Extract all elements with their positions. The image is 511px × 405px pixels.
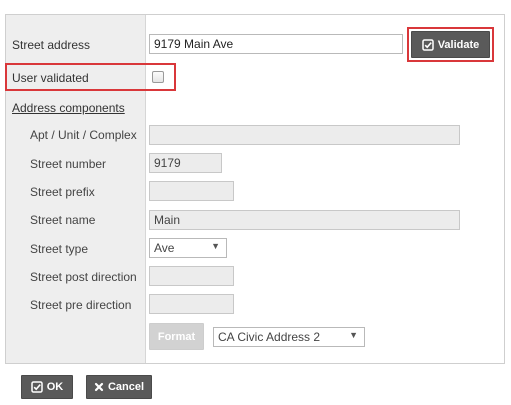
validate-button-label: Validate bbox=[437, 38, 480, 51]
street-address-input[interactable] bbox=[149, 34, 403, 54]
apt-unit-input[interactable] bbox=[149, 125, 460, 145]
close-icon bbox=[94, 382, 104, 392]
street-pre-direction-label: Street pre direction bbox=[30, 298, 132, 312]
street-prefix-input[interactable] bbox=[149, 181, 234, 201]
street-post-direction-input[interactable] bbox=[149, 266, 234, 286]
ok-button[interactable]: OK bbox=[21, 375, 73, 399]
format-button-label: Format bbox=[157, 330, 196, 343]
ok-button-label: OK bbox=[46, 381, 64, 393]
street-number-label: Street number bbox=[30, 157, 107, 171]
format-button[interactable]: Format bbox=[149, 323, 204, 350]
check-square-icon bbox=[31, 381, 43, 393]
street-type-select[interactable]: Ave ▼ bbox=[149, 238, 227, 258]
apt-unit-label: Apt / Unit / Complex bbox=[30, 128, 137, 142]
street-name-input[interactable] bbox=[149, 210, 460, 230]
validate-button[interactable]: Validate bbox=[411, 31, 490, 58]
caret-down-icon: ▼ bbox=[211, 241, 220, 251]
address-components-heading: Address components bbox=[12, 101, 125, 115]
format-select-value: CA Civic Address 2 bbox=[218, 330, 321, 344]
street-name-label: Street name bbox=[30, 213, 96, 227]
user-validated-checkbox[interactable] bbox=[152, 71, 164, 83]
street-number-input[interactable] bbox=[149, 153, 222, 173]
street-type-value: Ave bbox=[154, 241, 175, 255]
street-pre-direction-input[interactable] bbox=[149, 294, 234, 314]
street-type-label: Street type bbox=[30, 242, 89, 256]
format-select[interactable]: CA Civic Address 2 ▼ bbox=[213, 327, 365, 347]
cancel-button[interactable]: Cancel bbox=[86, 375, 152, 399]
dialog-footer: OK Cancel bbox=[0, 364, 511, 405]
caret-down-icon: ▼ bbox=[349, 330, 358, 340]
user-validated-label: User validated bbox=[12, 71, 89, 85]
address-dialog: Street address Validate User validated A… bbox=[0, 0, 511, 405]
street-post-direction-label: Street post direction bbox=[30, 270, 137, 284]
cancel-button-label: Cancel bbox=[107, 381, 145, 393]
street-prefix-label: Street prefix bbox=[30, 185, 95, 199]
street-address-label: Street address bbox=[12, 38, 91, 52]
check-square-icon bbox=[421, 38, 434, 51]
